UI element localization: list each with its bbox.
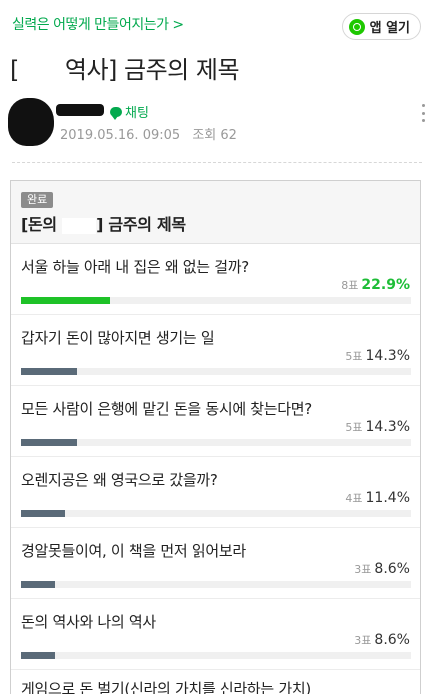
vote-bar-fill bbox=[21, 581, 55, 588]
vote-items: 서울 하늘 아래 내 집은 왜 없는 걸까? 8표 22.9% 갑자기 돈이 많아지면… bbox=[11, 244, 420, 694]
vote-result: 5표 14.3% bbox=[345, 419, 410, 435]
redacted-text bbox=[62, 217, 97, 234]
post-title-rest: 역사] 금주의 제목 bbox=[64, 56, 240, 84]
vote-percent: 14.3% bbox=[365, 348, 410, 364]
vote-option-label: 서울 하늘 아래 내 집은 왜 없는 걸까? bbox=[21, 258, 249, 276]
vote-count: 3표 bbox=[354, 563, 372, 576]
chat-bubble-icon bbox=[110, 106, 122, 120]
avatar[interactable] bbox=[8, 98, 54, 146]
vote-title: [돈의 ] 금주의 제목 bbox=[21, 211, 186, 235]
vote-option-label: 모든 사람이 은행에 맡긴 돈을 동시에 찾는다면? bbox=[21, 400, 312, 418]
vote-count: 3표 bbox=[354, 634, 372, 647]
vote-bar-fill bbox=[21, 439, 77, 446]
app-icon bbox=[348, 18, 365, 35]
status-badge: 완료 bbox=[21, 192, 54, 208]
vote-box: 완료 [돈의 ] 금주의 제목 서울 하늘 아래 내 집은 왜 없는 걸까? 8표… bbox=[10, 180, 421, 694]
vote-bar-track bbox=[21, 510, 411, 517]
vote-result: 5표 14.3% bbox=[345, 348, 410, 364]
post-date: 2019.05.16. 09:05 bbox=[60, 128, 181, 143]
vote-count: 4표 bbox=[345, 492, 363, 505]
vote-option[interactable]: 모든 사람이 은행에 맡긴 돈을 동시에 찾는다면? 5표 14.3% bbox=[11, 386, 420, 457]
vote-percent: 8.6% bbox=[374, 632, 410, 648]
vote-bar-track bbox=[21, 297, 411, 304]
vote-option[interactable]: 서울 하늘 아래 내 집은 왜 없는 걸까? 8표 22.9% bbox=[11, 244, 420, 315]
open-app-label: 앱 열기 bbox=[369, 21, 410, 36]
vote-option-label: 게임으로 돈 벌기(신라의 가치를 신라하는 가치) bbox=[21, 680, 311, 694]
vote-bar-fill bbox=[21, 297, 110, 304]
vote-option[interactable]: 경알못들이여, 이 책을 먼저 읽어보라 3표 8.6% bbox=[11, 528, 420, 599]
post-views: 조회 62 bbox=[192, 128, 237, 143]
vote-percent: 22.9% bbox=[361, 277, 410, 293]
vote-result: 3표 8.6% bbox=[354, 561, 410, 577]
post-title: [ 역사] 금주의 제목 bbox=[10, 50, 240, 85]
vote-option[interactable]: 게임으로 돈 벌기(신라의 가치를 신라하는 가치) bbox=[11, 670, 420, 694]
vote-option[interactable]: 오렌지공은 왜 영국으로 갔을까? 4표 11.4% bbox=[11, 457, 420, 528]
vote-option-label: 갑자기 돈이 많아지면 생기는 일 bbox=[21, 329, 215, 347]
vote-header: 완료 [돈의 ] 금주의 제목 bbox=[11, 181, 420, 244]
vote-option[interactable]: 돈의 역사와 나의 역사 3표 8.6% bbox=[11, 599, 420, 670]
open-app-button[interactable]: 앱 열기 bbox=[341, 13, 421, 40]
vote-option[interactable]: 갑자기 돈이 많아지면 생기는 일 5표 14.3% bbox=[11, 315, 420, 386]
vote-option-label: 돈의 역사와 나의 역사 bbox=[21, 613, 156, 631]
vote-percent: 14.3% bbox=[365, 419, 410, 435]
vote-count: 5표 bbox=[345, 421, 363, 434]
vote-bar-track bbox=[21, 439, 411, 446]
redacted-text bbox=[18, 61, 65, 81]
vote-result: 4표 11.4% bbox=[345, 490, 410, 506]
vote-count: 5표 bbox=[345, 350, 363, 363]
vote-result: 3표 8.6% bbox=[354, 632, 410, 648]
author-section: 채팅 2019.05.16. 09:05 조회 62 bbox=[8, 96, 428, 154]
vote-option-label: 오렌지공은 왜 영국으로 갔을까? bbox=[21, 471, 218, 489]
top-bar: 실력은 어떻게 만들어지는가 > 앱 열기 bbox=[0, 0, 435, 44]
vote-bar-fill bbox=[21, 510, 65, 517]
author-name-redacted bbox=[56, 104, 104, 116]
vote-bar-track bbox=[21, 368, 411, 375]
vote-title-prefix: [돈의 bbox=[21, 215, 57, 234]
vote-option-label: 경알못들이여, 이 책을 먼저 읽어보라 bbox=[21, 542, 246, 560]
divider bbox=[12, 162, 422, 163]
cafe-link[interactable]: 실력은 어떻게 만들어지는가 > bbox=[12, 14, 184, 34]
vote-percent: 8.6% bbox=[374, 561, 410, 577]
vote-result: 8표 22.9% bbox=[341, 277, 410, 293]
chat-button[interactable]: 채팅 bbox=[110, 102, 149, 121]
vote-count: 8표 bbox=[341, 279, 359, 292]
vote-bar-track bbox=[21, 581, 411, 588]
post-title-prefix: [ bbox=[10, 56, 19, 84]
more-options-icon[interactable] bbox=[422, 104, 426, 122]
post-meta: 2019.05.16. 09:05 조회 62 bbox=[60, 124, 237, 143]
chat-label: 채팅 bbox=[125, 106, 149, 121]
vote-percent: 11.4% bbox=[365, 490, 410, 506]
vote-bar-fill bbox=[21, 652, 55, 659]
vote-bar-track bbox=[21, 652, 411, 659]
vote-title-rest: ] 금주의 제목 bbox=[96, 215, 186, 234]
vote-bar-fill bbox=[21, 368, 77, 375]
